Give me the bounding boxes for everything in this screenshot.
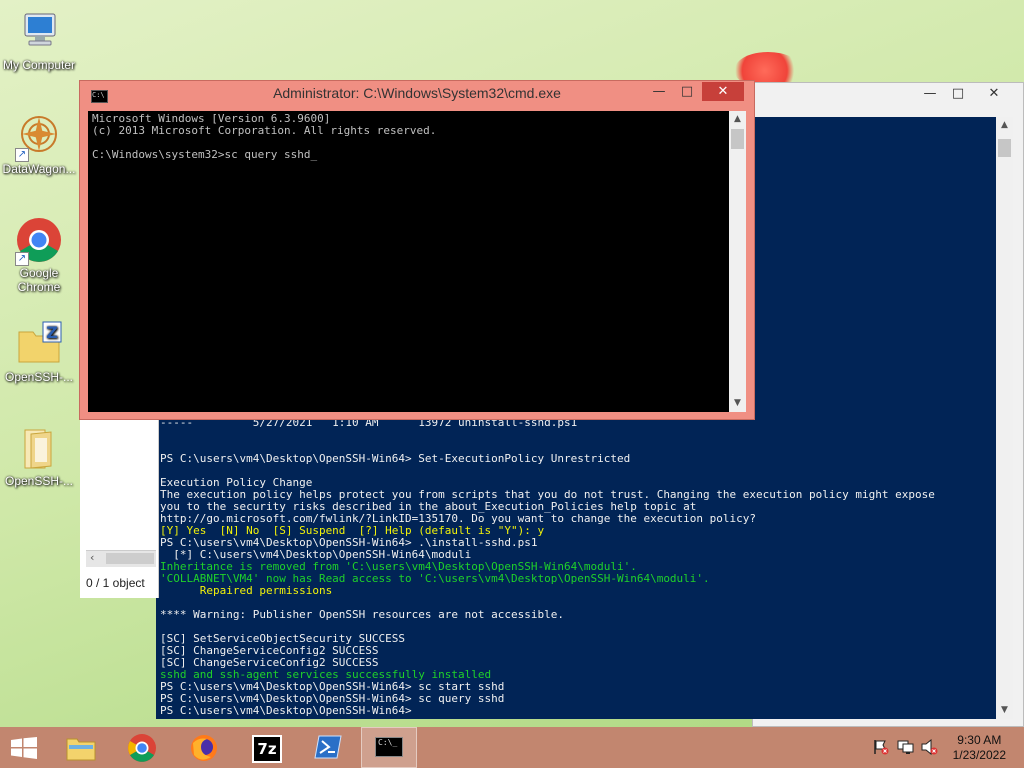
cmd-console[interactable]: Microsoft Windows [Version 6.3.9600] (c)… <box>88 111 729 412</box>
desktop-icon-google-chrome[interactable]: ↗ Google Chrome <box>1 216 77 294</box>
powershell-titlebar[interactable]: — □ ✕ <box>753 83 1023 113</box>
file-explorer-icon <box>66 738 96 761</box>
desktop-icon-openssh-zip[interactable]: Z OpenSSH-... <box>1 320 77 384</box>
firefox-icon <box>191 735 217 761</box>
desktop-icon-datawagon[interactable]: ↗ DataWagon... <box>1 112 77 176</box>
7zip-icon: 7z <box>252 735 282 763</box>
taskbar-file-explorer[interactable] <box>53 727 109 768</box>
chrome-icon <box>128 734 156 762</box>
cmd-window[interactable]: C:\ Administrator: C:\Windows\System32\c… <box>79 80 755 420</box>
explorer-hscroll-thumb[interactable] <box>106 553 154 564</box>
svg-text:Z: Z <box>46 323 58 342</box>
desktop-icon-label: DataWagon... <box>2 162 76 176</box>
explorer-status-text: 0 / 1 object <box>86 576 145 590</box>
desktop-icon-label: My Computer <box>2 58 76 72</box>
clock-date: 1/23/2022 <box>952 748 1006 762</box>
cmd-close-button[interactable]: ✕ <box>702 82 744 101</box>
console-line: **** Warning: Publisher OpenSSH resource… <box>160 608 564 621</box>
chrome-icon: ↗ <box>15 216 63 266</box>
shortcut-arrow-icon: ↗ <box>15 148 29 162</box>
console-line: PS C:\users\vm4\Desktop\OpenSSH-Win64> <box>160 704 412 717</box>
clock-time: 9:30 AM <box>957 733 1002 747</box>
desktop-icon-my-computer[interactable]: My Computer <box>1 8 77 72</box>
start-icon <box>11 737 37 759</box>
shortcut-arrow-icon: ↗ <box>15 252 29 266</box>
computer-icon <box>15 8 63 56</box>
taskbar-firefox[interactable] <box>176 727 232 768</box>
scroll-down-arrow-icon[interactable]: ▼ <box>729 395 746 412</box>
taskbar-powershell[interactable] <box>300 727 356 768</box>
taskbar: 7z C:\_ 9:30 AM 1/23/2022 <box>0 727 1024 768</box>
start-button[interactable] <box>0 727 48 768</box>
explorer-hscrollbar[interactable]: ‹ <box>86 550 156 567</box>
cmd-titlebar[interactable]: C:\ Administrator: C:\Windows\System32\c… <box>80 81 754 111</box>
console-line: Repaired permissions <box>160 584 333 597</box>
network-icon[interactable] <box>897 739 915 759</box>
scroll-up-arrow-icon[interactable]: ▲ <box>996 117 1013 134</box>
taskbar-7zip[interactable]: 7z <box>238 727 294 768</box>
taskbar-cmd[interactable]: C:\_ <box>361 727 417 768</box>
ps-maximize-button[interactable]: □ <box>943 84 973 104</box>
desktop-icon-label: OpenSSH-... <box>4 474 74 488</box>
desktop-icon-openssh-folder[interactable]: OpenSSH-... <box>1 424 77 488</box>
ps-close-button[interactable]: ✕ <box>979 84 1009 104</box>
desktop-icon-label: Google Chrome <box>17 266 61 294</box>
cmd-vertical-scrollbar[interactable]: ▲ ▼ <box>729 111 746 412</box>
volume-muted-icon[interactable] <box>921 738 939 759</box>
console-line: PS C:\users\vm4\Desktop\OpenSSH-Win64> S… <box>160 452 631 465</box>
scroll-down-arrow-icon[interactable]: ▼ <box>996 702 1013 719</box>
zip-folder-icon: Z <box>15 320 63 368</box>
cmd-maximize-button[interactable]: □ <box>674 82 700 102</box>
taskbar-chrome[interactable] <box>114 727 170 768</box>
cmd-icon: C:\_ <box>375 737 403 757</box>
cmd-minimize-button[interactable]: — <box>646 82 672 102</box>
action-center-flag-icon[interactable] <box>873 739 889 759</box>
ps-scroll-thumb[interactable] <box>998 139 1011 157</box>
folder-icon <box>15 424 63 472</box>
ps-vertical-scrollbar[interactable]: ▼ ▲ <box>996 117 1013 719</box>
cmd-output: Microsoft Windows [Version 6.3.9600] (c)… <box>92 112 437 161</box>
powershell-icon <box>314 735 342 759</box>
ps-minimize-button[interactable]: — <box>915 84 945 104</box>
datawagon-icon: ↗ <box>15 112 63 162</box>
cmd-scroll-thumb[interactable] <box>731 129 744 149</box>
scroll-left-arrow-icon[interactable]: ‹ <box>90 551 94 564</box>
scroll-up-arrow-icon[interactable]: ▲ <box>729 111 746 128</box>
taskbar-clock[interactable]: 9:30 AM 1/23/2022 <box>953 733 1006 763</box>
desktop-icon-label: OpenSSH-... <box>4 370 74 384</box>
explorer-window-fragment[interactable]: ‹ 0 / 1 object <box>80 418 159 598</box>
